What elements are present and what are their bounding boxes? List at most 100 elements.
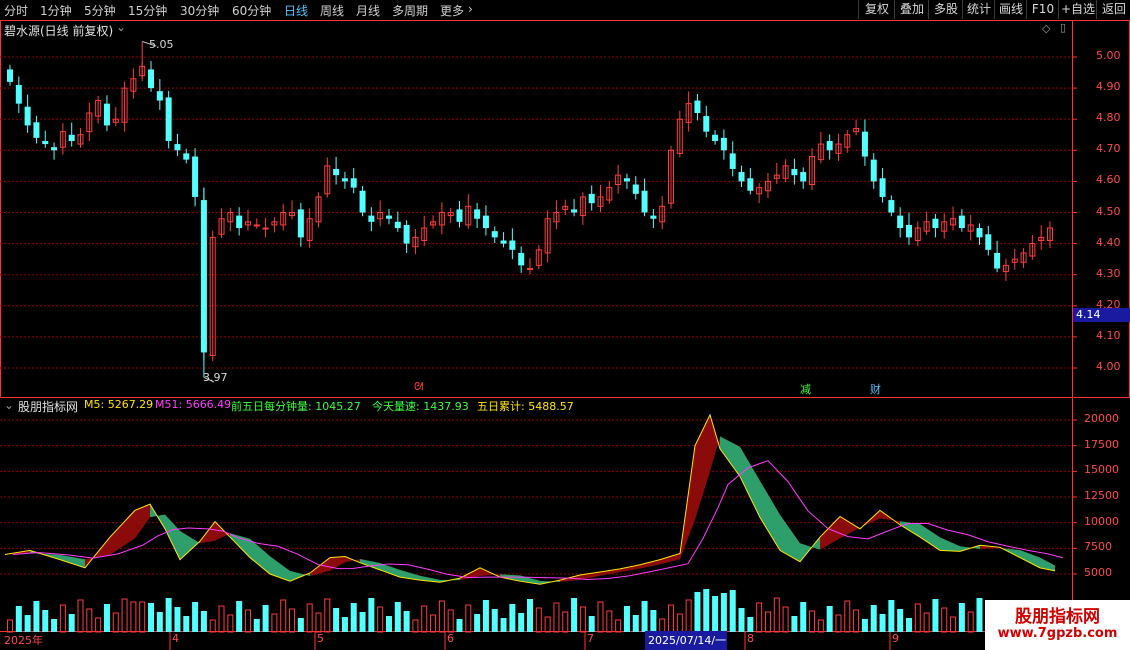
volume-bar-down [958,603,965,632]
volume-bar-down [68,614,75,632]
candle-down [192,156,199,197]
period-tab-9[interactable]: 多周期 [392,2,428,19]
toolbar-button-0[interactable]: 复权 [858,0,895,19]
volume-bar-up [465,604,472,633]
indicator-axis-label: 10000 [1084,514,1119,528]
volume-bar-up [685,599,692,633]
volume-bar-down [861,619,868,632]
candle-down [729,153,736,169]
candle-down [24,106,31,126]
volume-bar-up [130,601,137,633]
toolbar-button-5[interactable]: F10 [1026,0,1059,19]
toolbar-button-4[interactable]: 画线 [994,0,1027,19]
volume-bar-down [103,604,110,632]
volume-bar-up [86,608,93,633]
volume-bar-down [385,616,392,632]
volume-bar-up [280,599,287,633]
volume-bar-up [421,605,428,633]
candle-up [527,267,533,270]
period-tab-5[interactable]: 60分钟 [232,2,271,19]
candle-down [694,100,701,113]
volume-bar-down [341,617,348,632]
toolbar-button-1[interactable]: 叠加 [894,0,929,19]
volume-bar-down [15,606,22,632]
volume-bar-down [482,600,489,632]
price-axis-label: 4.10 [1096,328,1121,342]
volume-bar-down [800,602,807,632]
candle-down [103,103,110,126]
period-tab-6[interactable]: 日线 [284,2,308,19]
volume-bar-up [967,611,974,633]
indicator-band-up [600,568,620,576]
candle-down [350,178,357,188]
volume-bar-up [306,603,313,633]
candle-down [385,215,392,219]
period-tab-2[interactable]: 5分钟 [84,2,116,19]
volume-bar-up [668,604,675,633]
event-arrow-icon[interactable]: ᘛ [414,380,423,394]
candle-down [15,84,22,104]
period-tab-10[interactable]: 更多 [440,2,464,19]
volume-bar-up [923,612,930,633]
toolbar-button-6[interactable]: +自选 [1058,0,1097,19]
period-tab-1[interactable]: 1分钟 [40,2,72,19]
volume-bar-up [430,614,437,633]
volume-bar-up [315,612,322,633]
volume-bar-down [333,608,340,632]
candle-down [932,218,939,229]
toolbar-button-7[interactable]: 返回 [1096,0,1130,19]
price-axis-label: 4.50 [1096,204,1121,218]
volume-bar-down [650,610,657,632]
candle-down [720,137,727,151]
candle-down [870,159,877,182]
period-tab-8[interactable]: 月线 [356,2,380,19]
period-tab-3[interactable]: 15分钟 [128,2,167,19]
indicator-value-2: 前五日每分钟量: 1045.27 [231,400,361,413]
volume-bar-up [95,617,102,633]
toolbar-button-3[interactable]: 统计 [962,0,995,19]
watermark-title: 股朋指标网 [1015,607,1100,627]
volume-bar-up [59,604,66,633]
candle-down [174,144,181,151]
diamond-icon[interactable]: ◇ [1042,22,1050,35]
candle-down [509,240,516,250]
indicator-band-down [920,524,940,551]
date-axis-label: 5 [317,632,324,645]
indicator-band-down [165,514,180,560]
volume-bar-down [156,612,163,632]
volume-bar-down [474,614,481,632]
date-axis-label: 4 [172,632,179,645]
volume-bar-down [905,618,912,632]
volume-bar-down [879,614,886,632]
price-axis-label: 4.80 [1096,111,1121,125]
candle-down [42,140,49,145]
candle-down [650,215,657,219]
volume-bar-up [773,597,780,633]
volume-bar-up [271,613,278,633]
chevron-down-icon[interactable]: ⌄ [116,20,126,34]
window-toggle-icon[interactable]: ▯ [1060,21,1066,34]
volume-bar-up [817,619,824,633]
period-tab-7[interactable]: 周线 [320,2,344,19]
indicator-menu-icon[interactable]: ⌄ [4,398,14,412]
volume-bar-up [756,602,763,633]
high-price-annotation: 5.05 [149,38,174,51]
volume-bar-down [200,611,207,632]
volume-bar-down [174,607,181,632]
toolbar-button-2[interactable]: 多股 [928,0,963,19]
volume-bar-up [553,602,560,633]
more-chevron-icon[interactable]: › [468,2,473,16]
period-tab-4[interactable]: 30分钟 [180,2,219,19]
volume-bar-up [562,611,569,633]
date-axis-label: 2025年 [4,634,43,647]
volume-bar-down [826,606,833,632]
indicator-name: 股朋指标网 [18,400,79,414]
candle-down [51,147,58,151]
period-tab-0[interactable]: 分时 [4,2,28,19]
chart-area[interactable] [0,20,1130,650]
volume-bar-up [914,603,921,633]
volume-bar-up [764,611,771,633]
candle-down [703,116,710,132]
volume-bar-down [712,596,719,632]
volume-bar-down [509,604,516,632]
